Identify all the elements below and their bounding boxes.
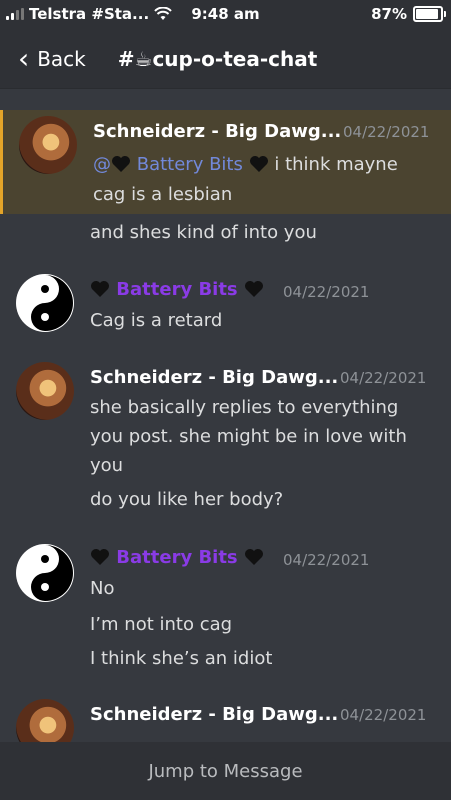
message-highlighted[interactable]: Schneiderz - Big Dawg... 04/22/2021 @ Ba… [0,110,451,214]
author-name[interactable]: Schneiderz - Big Dawg... [90,704,338,725]
black-heart-icon [244,281,263,297]
jump-label: Jump to Message [148,760,303,782]
message-line: @ Battery Bits i think mayne [93,154,398,175]
message-line: Cag is a retard [90,310,223,331]
avatar[interactable] [19,116,77,174]
black-heart-icon [249,156,268,172]
author-name[interactable]: Schneiderz - Big Dawg... [90,367,338,388]
mention[interactable]: @ Battery Bits [93,154,243,175]
message[interactable]: Battery Bits 04/22/2021 No I’m not into … [0,530,451,680]
message-line: and shes kind of into you [90,222,317,243]
message-line: she basically replies to everything [90,397,399,418]
status-bar: Telstra #Sta... 9:48 am 87% [0,0,451,30]
message[interactable]: Schneiderz - Big Dawg... 04/22/2021 she … [0,358,451,528]
back-button[interactable]: ‹ Back [18,45,86,73]
message-line: I think she’s an idiot [90,648,273,669]
timestamp: 04/22/2021 [340,706,427,724]
channel-title: #☕cup-o-tea-chat [117,47,318,71]
battery-info: 87% [371,5,446,23]
timestamp: 04/22/2021 [283,551,370,569]
divider [0,88,451,111]
black-heart-icon [91,549,109,565]
channel-header: ‹ Back #☕cup-o-tea-chat [0,30,451,88]
yin-yang-icon[interactable] [16,274,74,332]
yin-yang-icon[interactable] [16,544,74,602]
message-line: cag is a lesbian [93,184,233,205]
author-name[interactable]: Battery Bits [90,547,264,568]
battery-percent: 87% [371,5,407,23]
message-line: No [90,578,115,599]
message-line: I’m not into cag [90,614,233,635]
timestamp: 04/22/2021 [343,123,430,141]
author-name[interactable]: Battery Bits [90,279,264,300]
avatar[interactable] [16,362,74,420]
message-line: you [90,455,124,476]
jump-to-message-button[interactable]: Jump to Message [0,742,451,800]
message[interactable]: Battery Bits 04/22/2021 Cag is a retard [0,262,451,342]
black-heart-icon [91,281,109,297]
battery-icon [413,6,446,22]
back-chevron-icon: ‹ [18,42,30,75]
timestamp: 04/22/2021 [283,283,370,301]
message-line: you post. she might be in love with [90,426,407,447]
back-label: Back [37,47,86,71]
message-line: do you like her body? [90,489,284,510]
black-heart-icon [112,156,130,172]
timestamp: 04/22/2021 [340,369,427,387]
black-heart-icon [244,549,263,565]
avatar[interactable] [16,699,74,742]
author-name[interactable]: Schneiderz - Big Dawg... [93,121,341,142]
message[interactable]: Schneiderz - Big Dawg... 04/22/2021 [0,695,451,742]
